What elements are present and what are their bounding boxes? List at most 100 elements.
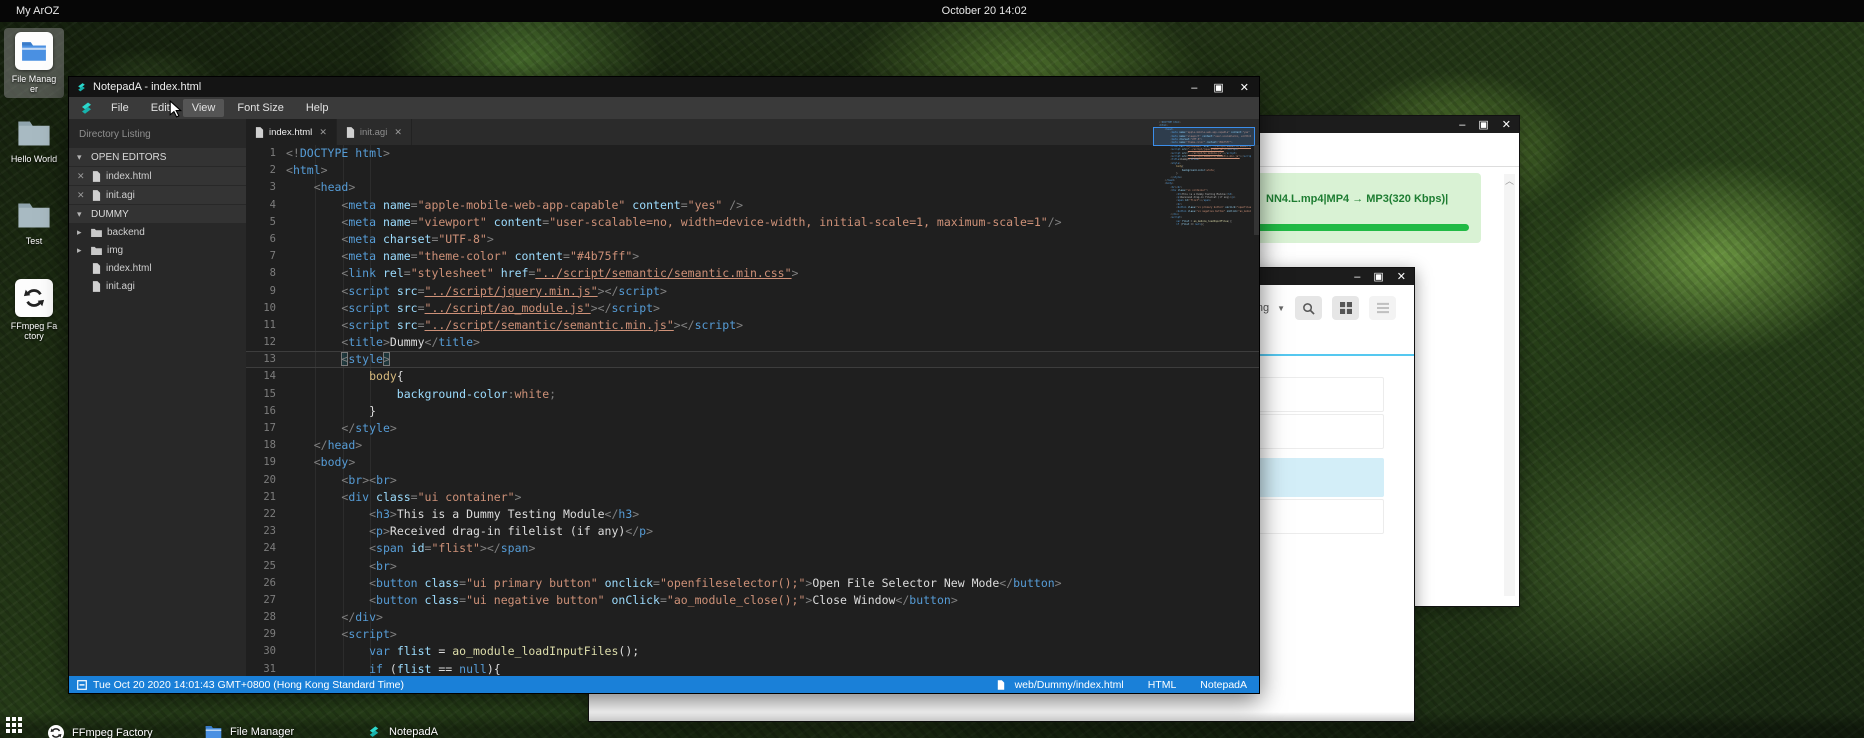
code-line-15[interactable]: 15 background-color:white;: [246, 386, 1259, 403]
code-line-2[interactable]: 2<html>: [246, 162, 1259, 179]
tree-item-backend[interactable]: ▸backend: [69, 223, 246, 241]
code-line-16[interactable]: 16 }: [246, 403, 1259, 420]
scroll-up-icon[interactable]: ︿: [1505, 176, 1514, 186]
code-line-5[interactable]: 5 <meta name="viewport" content="user-sc…: [246, 214, 1259, 231]
line-number: 19: [246, 454, 286, 471]
code-line-23[interactable]: 23 <p>Received drag-in filelist (if any)…: [246, 523, 1259, 540]
minimize-icon[interactable]: –: [1459, 120, 1465, 130]
code-line-14[interactable]: 14 body{: [246, 368, 1259, 385]
desktop-icon-label: File Manag: [4, 74, 64, 84]
code-editor[interactable]: 1<!DOCTYPE html>2<html>3 <head>4 <meta n…: [246, 145, 1259, 678]
folder-icon: [17, 120, 51, 147]
code-line-7[interactable]: 7 <meta name="theme-color" content="#4b7…: [246, 248, 1259, 265]
code-line-20[interactable]: 20 <br><br>: [246, 472, 1259, 489]
notepada-titlebar[interactable]: NotepadA - index.html – ▣ ✕: [69, 77, 1259, 97]
line-number: 22: [246, 506, 286, 523]
file-icon: [346, 127, 355, 138]
code-line-19[interactable]: 19 <body>: [246, 454, 1259, 471]
search-button[interactable]: [1295, 296, 1322, 320]
code-line-10[interactable]: 10 <script src="../script/ao_module.js">…: [246, 300, 1259, 317]
close-icon[interactable]: ✕: [77, 190, 87, 201]
code-line-11[interactable]: 11 <script src="../script/semantic/seman…: [246, 317, 1259, 334]
code-line-13[interactable]: 13 <style>: [246, 351, 1259, 368]
tab-index-html[interactable]: index.html ✕: [246, 119, 337, 145]
maximize-icon[interactable]: ▣: [1478, 120, 1488, 130]
taskbar-item-ffmpeg-factory[interactable]: FFmpeg Factory: [48, 725, 153, 738]
taskbar-item-file-manager[interactable]: File Manager: [205, 725, 294, 738]
file-tree-sidebar: Directory Listing ▾OPEN EDITORS✕index.ht…: [69, 119, 246, 678]
close-icon[interactable]: ✕: [1240, 83, 1249, 93]
code-line-29[interactable]: 29 <script>: [246, 626, 1259, 643]
menu-help[interactable]: Help: [297, 99, 338, 117]
tree-item-init-agi[interactable]: init.agi: [69, 277, 246, 295]
code-line-28[interactable]: 28 </div>: [246, 609, 1259, 626]
tree-section-open-editors[interactable]: ▾OPEN EDITORS: [69, 148, 246, 166]
code-line-24[interactable]: 24 <span id="flist"></span>: [246, 540, 1259, 557]
code-line-12[interactable]: 12 <title>Dummy</title>: [246, 334, 1259, 351]
desktop-icon-label: Hello World: [4, 154, 64, 164]
line-number: 8: [246, 265, 286, 282]
tab-init-agi[interactable]: init.agi✕: [337, 119, 412, 145]
line-number: 13: [246, 351, 286, 368]
desktop-icon-file-manager[interactable]: File Manager: [4, 28, 64, 98]
code-line-30[interactable]: 30 var flist = ao_module_loadInputFiles(…: [246, 643, 1259, 660]
editor-scrollbar[interactable]: [1254, 145, 1259, 235]
menu-file[interactable]: File: [102, 99, 138, 117]
tree-item-index-html[interactable]: ✕ index.html: [69, 167, 246, 185]
close-icon[interactable]: ✕: [77, 171, 87, 182]
notepada-icon: [367, 725, 381, 738]
line-number: 9: [246, 283, 286, 300]
scrollbar[interactable]: ︿: [1504, 174, 1515, 596]
tree-item-index-html[interactable]: index.html: [69, 259, 246, 277]
app-launcher-icon[interactable]: [6, 717, 22, 733]
code-line-18[interactable]: 18 </head>: [246, 437, 1259, 454]
maximize-icon[interactable]: ▣: [1373, 272, 1383, 282]
code-line-25[interactable]: 25 <br>: [246, 558, 1259, 575]
tree-item-img[interactable]: ▸img: [69, 241, 246, 259]
close-icon[interactable]: ✕: [1397, 272, 1406, 282]
close-icon[interactable]: ✕: [1502, 120, 1511, 130]
status-language[interactable]: HTML: [1148, 679, 1177, 691]
grid-view-button[interactable]: [1332, 296, 1359, 320]
status-file-path[interactable]: web/Dummy/index.html: [1015, 679, 1124, 691]
chevron-down-icon: ▼: [1277, 304, 1285, 313]
menu-edit[interactable]: Edit: [142, 99, 179, 117]
line-number: 2: [246, 162, 286, 179]
file-manager-toolbar: nding ▼: [1242, 296, 1396, 320]
tree-item-init-agi[interactable]: ✕init.agi: [69, 186, 246, 204]
aroz-brand[interactable]: My ArOZ: [16, 5, 59, 17]
code-line-3[interactable]: 3 <head>: [246, 179, 1259, 196]
line-number: 5: [246, 214, 286, 231]
chevron-right-icon: ▸: [77, 227, 86, 238]
desktop-icon-hello-world[interactable]: Hello World: [4, 120, 64, 164]
line-number: 6: [246, 231, 286, 248]
tab-label: index.html: [269, 127, 312, 138]
maximize-icon[interactable]: ▣: [1213, 83, 1223, 93]
menu-view[interactable]: View: [183, 99, 225, 117]
code-line-17[interactable]: 17 </style>: [246, 420, 1259, 437]
taskbar-item-notepada[interactable]: NotepadA: [367, 725, 438, 738]
minimize-icon[interactable]: –: [1191, 83, 1197, 93]
code-line-22[interactable]: 22 <h3>This is a Dummy Testing Module</h…: [246, 506, 1259, 523]
close-icon[interactable]: ✕: [319, 127, 327, 138]
desktop-icon-ffmpeg-factory[interactable]: FFmpeg Factory: [4, 279, 64, 341]
menu-font-size[interactable]: Font Size: [228, 99, 292, 117]
ffmpeg-icon: [23, 287, 45, 309]
list-view-button[interactable]: [1369, 296, 1396, 320]
code-line-1[interactable]: 1<!DOCTYPE html>: [246, 145, 1259, 162]
code-line-9[interactable]: 9 <script src="../script/jquery.min.js">…: [246, 283, 1259, 300]
folder-icon: [17, 202, 51, 229]
code-line-8[interactable]: 8 <link rel="stylesheet" href="../script…: [246, 265, 1259, 282]
minimize-icon[interactable]: –: [1354, 272, 1360, 282]
close-icon[interactable]: ✕: [394, 127, 402, 138]
code-line-26[interactable]: 26 <button class="ui primary button" onc…: [246, 575, 1259, 592]
notepada-window: NotepadA - index.html – ▣ ✕ FileEditView…: [68, 76, 1260, 694]
code-line-27[interactable]: 27 <button class="ui negative button" on…: [246, 592, 1259, 609]
desktop-icon-test[interactable]: Test: [4, 202, 64, 246]
code-line-4[interactable]: 4 <meta name="apple-mobile-web-app-capab…: [246, 197, 1259, 214]
tree-item-label: index.html: [106, 171, 152, 182]
code-line-21[interactable]: 21 <div class="ui container">: [246, 489, 1259, 506]
tree-section-dummy[interactable]: ▾DUMMY: [69, 205, 246, 223]
chevron-right-icon: ▸: [77, 245, 86, 256]
code-line-6[interactable]: 6 <meta charset="UTF-8">: [246, 231, 1259, 248]
